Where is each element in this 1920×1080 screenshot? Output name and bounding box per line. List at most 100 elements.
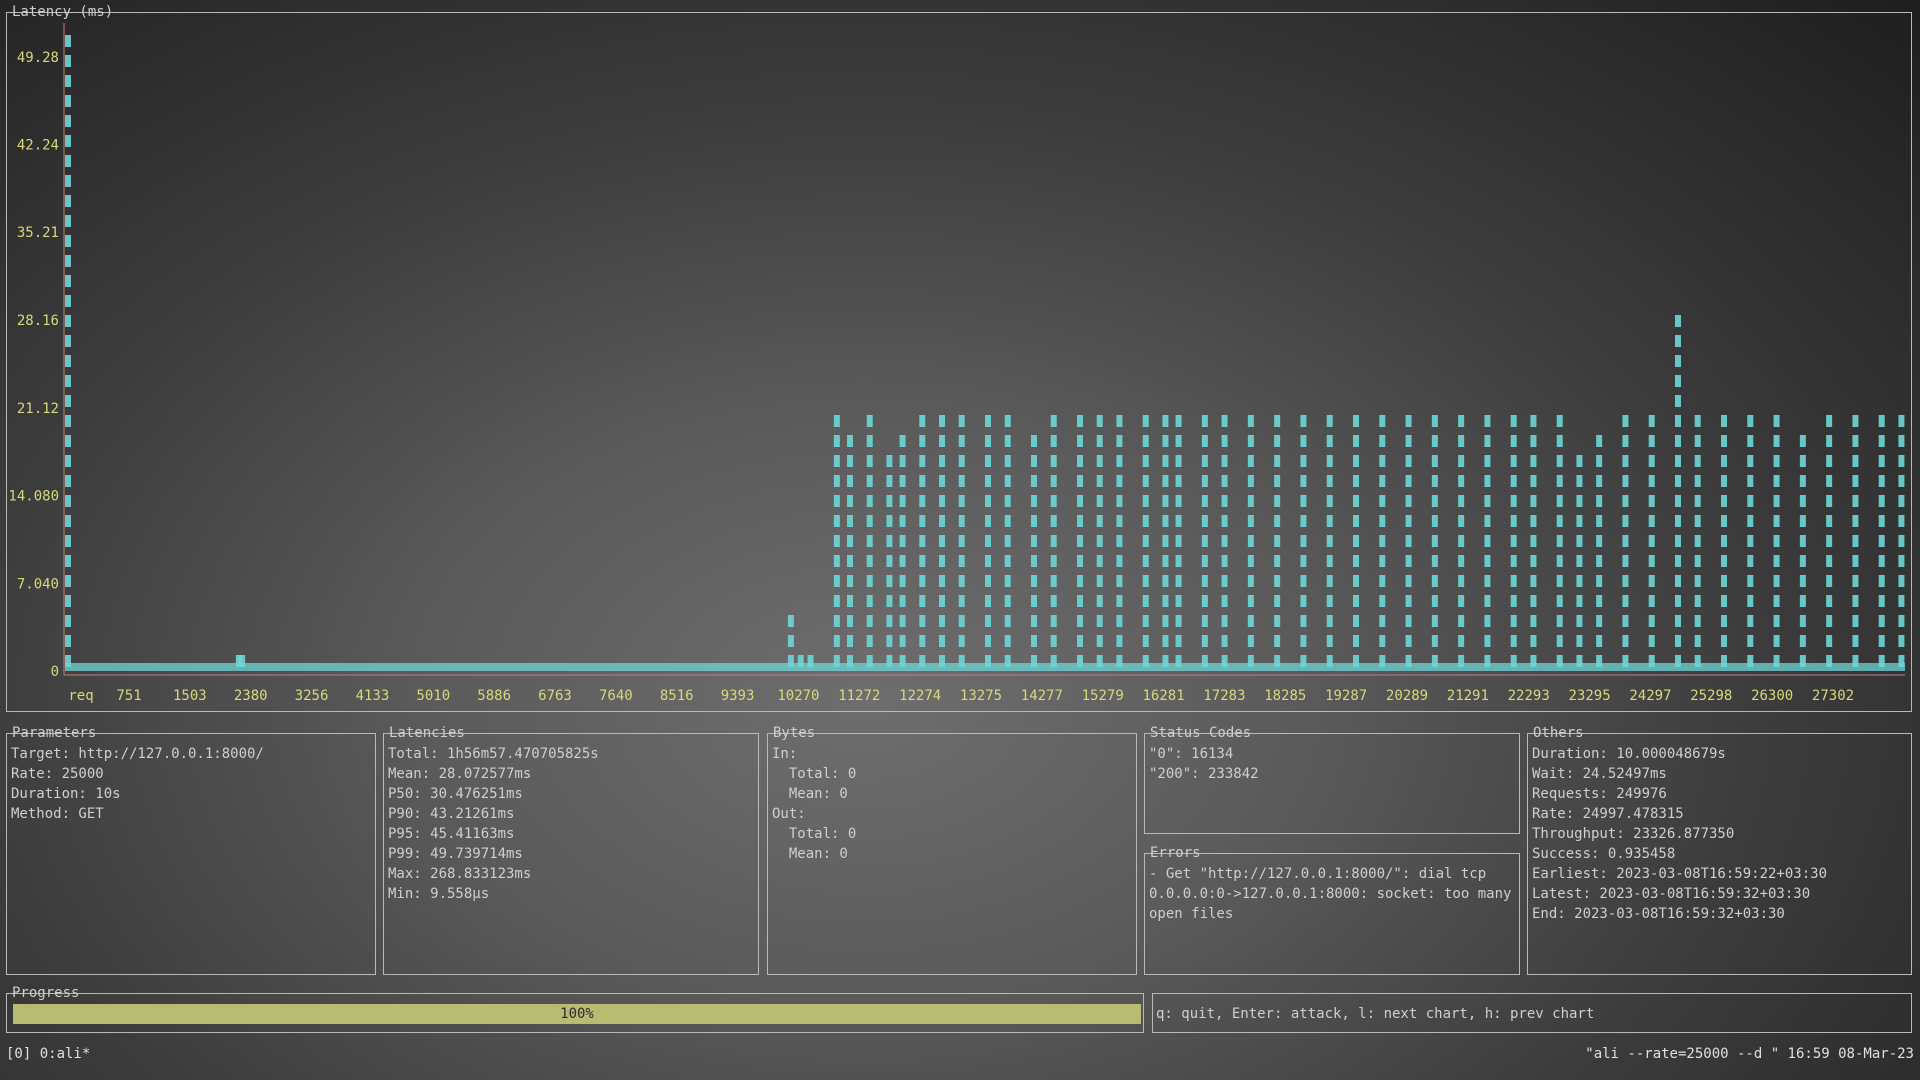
progress-title: Progress	[12, 985, 80, 1001]
others-list: Duration: 10.000048679s Wait: 24.52497ms…	[1532, 744, 1827, 924]
latency-bar	[1031, 435, 1037, 667]
latency-bar	[1004, 415, 1011, 667]
others-wait: Wait: 24.52497ms	[1532, 766, 1667, 782]
latency-bar	[1175, 415, 1182, 667]
tmux-status-bar: [0] 0:ali* "ali --rate=25000 --d " 16:59…	[0, 1043, 1920, 1065]
others-end: End: 2023-03-08T16:59:32+03:30	[1532, 906, 1785, 922]
x-tick-label: 20289	[1386, 688, 1428, 704]
status-codes-panel: Status Codes "0": 16134 "200": 233842	[1144, 725, 1520, 834]
y-tick-label: 42.24	[17, 138, 59, 154]
latency-bar	[1694, 415, 1701, 667]
others-panel: Others Duration: 10.000048679s Wait: 24.…	[1527, 725, 1912, 975]
parameters-target: Target: http://127.0.0.1:8000/	[11, 746, 264, 762]
parameters-title: Parameters	[12, 725, 97, 741]
y-tick-label: 28.16	[17, 313, 59, 329]
latencies-mean: Mean: 28.072577ms	[388, 766, 532, 782]
latency-bar	[1274, 415, 1281, 667]
status-codes-title: Status Codes	[1150, 725, 1252, 741]
latency-bar	[985, 415, 991, 667]
x-tick-label: 18285	[1264, 688, 1306, 704]
latencies-p99: P99: 49.739714ms	[388, 846, 523, 862]
latency-bar	[65, 35, 71, 667]
others-title: Others	[1533, 725, 1584, 741]
latency-bar	[1898, 415, 1905, 667]
latency-bar	[1458, 415, 1465, 667]
bytes-in-label: In:	[772, 746, 798, 762]
latency-bar	[1405, 415, 1412, 667]
x-tick-label: 25298	[1690, 688, 1732, 704]
others-success: Success: 0.935458	[1532, 846, 1676, 862]
x-tick-label: 27302	[1812, 688, 1854, 704]
x-tick-label: 11272	[838, 688, 880, 704]
bytes-title: Bytes	[773, 725, 816, 741]
error-line-1: - Get "http://127.0.0.1:8000/": dial tcp	[1149, 866, 1487, 882]
latency-bar	[1826, 415, 1833, 667]
progress-bar: 100%	[13, 1004, 1141, 1024]
x-tick-label: 8516	[660, 688, 694, 704]
others-duration: Duration: 10.000048679s	[1532, 746, 1726, 762]
latency-bar	[239, 655, 246, 667]
latency-bar	[866, 415, 873, 667]
x-tick-label: 5886	[477, 688, 511, 704]
latency-bar	[833, 415, 840, 667]
latency-chart-panel: Latency (ms) 0 7.040 14.080 21.12 28.16 35.21…	[6, 4, 1912, 712]
latencies-max: Max: 268.833123ms	[388, 866, 532, 882]
bytes-panel: Bytes In: Total: 0 Mean: 0 Out: Total: 0…	[767, 725, 1137, 975]
x-tick-label: 23295	[1568, 688, 1610, 704]
latency-bar	[1878, 415, 1885, 667]
bytes-out-total: Total: 0	[772, 826, 857, 842]
status-code-0: "0": 16134	[1149, 746, 1234, 762]
others-rate: Rate: 24997.478315	[1532, 806, 1684, 822]
latency-bar	[1510, 415, 1517, 667]
latency-bar	[1162, 415, 1169, 667]
parameters-rate: Rate: 25000	[11, 766, 104, 782]
latency-bar	[807, 655, 814, 667]
keybindings-text: q: quit, Enter: attack, l: next chart, h…	[1156, 1006, 1595, 1022]
y-tick-label: 0	[51, 664, 59, 680]
error-line-3: open files	[1149, 906, 1234, 922]
parameters-list: Target: http://127.0.0.1:8000/ Rate: 250…	[11, 744, 264, 824]
x-tick-label: 13275	[960, 688, 1002, 704]
x-tick-label: 17283	[1203, 688, 1245, 704]
x-tick-label: 15279	[1082, 688, 1124, 704]
latency-bar	[847, 435, 853, 667]
progress-label: 100%	[560, 1006, 594, 1022]
latency-bar	[1077, 415, 1083, 667]
latencies-min: Min: 9.558µs	[388, 886, 490, 902]
x-tick-label: 19287	[1325, 688, 1367, 704]
x-tick-label: 9393	[721, 688, 755, 704]
x-tick-label: 21291	[1447, 688, 1489, 704]
x-tick-label: 22293	[1508, 688, 1550, 704]
latency-bar	[1721, 415, 1727, 667]
latency-bar	[1353, 415, 1359, 667]
keybindings-panel: q: quit, Enter: attack, l: next chart, h…	[1152, 993, 1912, 1033]
tmux-window-list[interactable]: [0] 0:ali*	[6, 1043, 90, 1065]
latency-bar	[1379, 415, 1386, 667]
x-tick-label: 26300	[1751, 688, 1793, 704]
x-tick-label: 14277	[1021, 688, 1063, 704]
y-tick-label: 49.28	[17, 50, 59, 66]
latency-bar	[1484, 415, 1491, 667]
progress-panel: Progress 100%	[6, 985, 1144, 1033]
latency-bar	[1576, 455, 1583, 667]
bytes-out-mean: Mean: 0	[772, 846, 848, 862]
others-requests: Requests: 249976	[1532, 786, 1667, 802]
y-tick-label: 14.080	[8, 489, 59, 505]
latency-bar	[899, 435, 906, 667]
parameters-panel: Parameters Target: http://127.0.0.1:8000…	[6, 725, 376, 975]
status-code-200: "200": 233842	[1149, 766, 1259, 782]
latency-bar	[1050, 415, 1057, 667]
latency-bar	[1142, 415, 1149, 667]
latency-bar	[1773, 415, 1780, 667]
parameters-method: Method: GET	[11, 806, 104, 822]
latency-bar	[886, 455, 893, 667]
latencies-p50: P50: 30.476251ms	[388, 786, 523, 802]
y-tick-label: 35.21	[17, 225, 59, 241]
error-line-2: 0.0.0.0:0->127.0.0.1:8000: socket: too m…	[1149, 886, 1512, 902]
latency-bar	[1096, 415, 1103, 667]
bytes-out-label: Out:	[772, 806, 806, 822]
latency-bar	[919, 415, 926, 667]
x-tick-label: 7640	[599, 688, 633, 704]
status-codes-list: "0": 16134 "200": 233842	[1149, 744, 1259, 784]
latency-bar	[1201, 415, 1208, 667]
